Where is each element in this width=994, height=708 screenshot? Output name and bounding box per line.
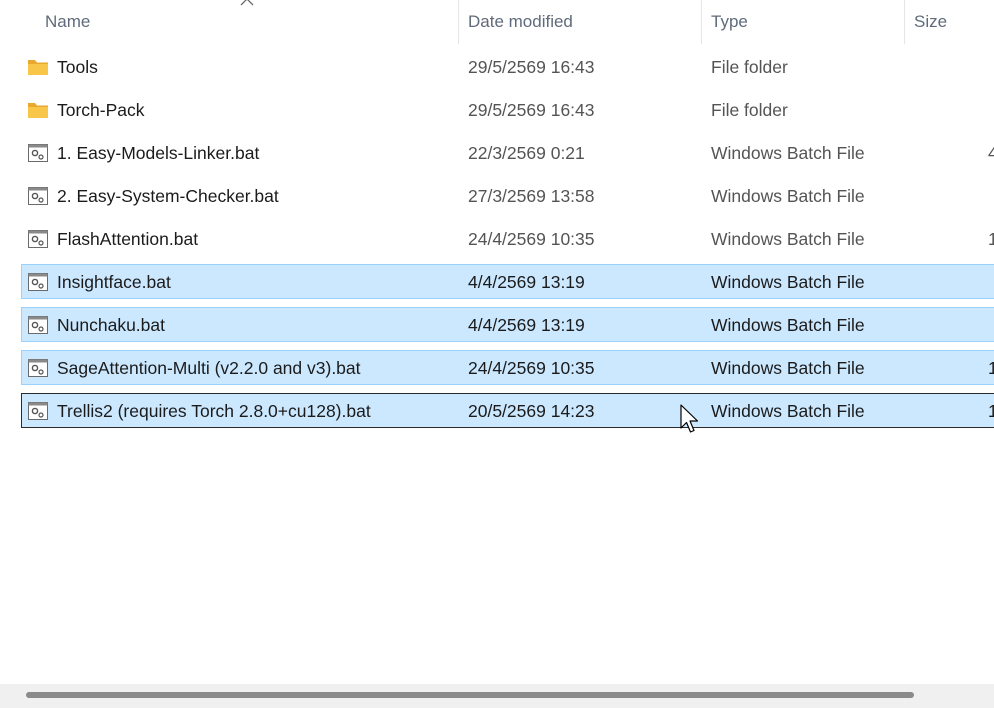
file-row[interactable]: 1. Easy-Models-Linker.bat 22/3/2569 0:21 W… xyxy=(21,135,994,170)
file-name: FlashAttention.bat xyxy=(57,229,199,249)
file-date-modified: 4/4/2569 13:19 xyxy=(468,272,585,292)
file-type: Windows Batch File xyxy=(711,315,865,335)
file-row[interactable]: Torch-Pack 29/5/2569 16:43 File folder xyxy=(21,92,994,127)
file-name: SageAttention-Multi (v2.2.0 and v3).bat xyxy=(57,358,361,378)
file-size: 1 xyxy=(988,358,994,378)
file-row[interactable]: SageAttention-Multi (v2.2.0 and v3).bat 2… xyxy=(21,350,994,385)
horizontal-scrollbar[interactable] xyxy=(0,684,994,708)
file-row[interactable]: Tools 29/5/2569 16:43 File folder xyxy=(21,49,994,84)
file-name: Trellis2 (requires Torch 2.8.0+cu128).ba… xyxy=(57,401,371,421)
file-type: Windows Batch File xyxy=(711,186,865,206)
file-size: 1( xyxy=(988,401,994,421)
file-row[interactable]: Trellis2 (requires Torch 2.8.0+cu128).ba… xyxy=(21,393,994,428)
file-date-modified: 29/5/2569 16:43 xyxy=(468,57,595,77)
file-type: File folder xyxy=(711,100,788,120)
batch-file-icon xyxy=(27,358,49,378)
column-header-date-modified[interactable]: Date modified xyxy=(468,0,693,44)
file-date-modified: 20/5/2569 14:23 xyxy=(468,401,595,421)
column-divider[interactable] xyxy=(458,0,459,44)
file-size: 4 xyxy=(988,143,994,163)
file-type: Windows Batch File xyxy=(711,401,865,421)
file-type: Windows Batch File xyxy=(711,229,865,249)
file-type: Windows Batch File xyxy=(711,358,865,378)
batch-file-icon xyxy=(27,229,49,249)
batch-file-icon xyxy=(27,401,49,421)
file-date-modified: 24/4/2569 10:35 xyxy=(468,229,595,249)
file-date-modified: 24/4/2569 10:35 xyxy=(468,358,595,378)
column-divider[interactable] xyxy=(701,0,702,44)
column-header-bar: Name Date modified Type Size xyxy=(0,0,994,44)
folder-icon xyxy=(27,57,49,77)
file-row[interactable]: 2. Easy-System-Checker.bat 27/3/2569 13:5… xyxy=(21,178,994,213)
batch-file-icon xyxy=(27,272,49,292)
file-type: Windows Batch File xyxy=(711,143,865,163)
batch-file-icon xyxy=(27,186,49,206)
file-row[interactable]: Insightface.bat 4/4/2569 13:19 Windows Bat… xyxy=(21,264,994,299)
file-name: Tools xyxy=(57,57,98,77)
scrollbar-thumb[interactable] xyxy=(26,692,914,698)
file-size: 1( xyxy=(988,229,994,249)
file-name: Torch-Pack xyxy=(57,100,145,120)
column-divider[interactable] xyxy=(904,0,905,44)
batch-file-icon xyxy=(27,143,49,163)
file-date-modified: 29/5/2569 16:43 xyxy=(468,100,595,120)
column-header-type[interactable]: Type xyxy=(711,0,896,44)
file-name: Insightface.bat xyxy=(57,272,171,292)
file-name: Nunchaku.bat xyxy=(57,315,165,335)
column-header-name[interactable]: Name xyxy=(45,0,445,44)
file-type: Windows Batch File xyxy=(711,272,865,292)
file-type: File folder xyxy=(711,57,788,77)
folder-icon xyxy=(27,100,49,120)
file-row[interactable]: FlashAttention.bat 24/4/2569 10:35 Windows… xyxy=(21,221,994,256)
file-row[interactable]: Nunchaku.bat 4/4/2569 13:19 Windows Batch … xyxy=(21,307,994,342)
batch-file-icon xyxy=(27,315,49,335)
file-date-modified: 27/3/2569 13:58 xyxy=(468,186,595,206)
mouse-pointer-icon xyxy=(680,404,699,433)
file-date-modified: 4/4/2569 13:19 xyxy=(468,315,585,335)
file-name: 1. Easy-Models-Linker.bat xyxy=(57,143,260,163)
file-explorer-details-view: Name Date modified Type Size Tools 29/5/2… xyxy=(0,0,994,708)
file-name: 2. Easy-System-Checker.bat xyxy=(57,186,279,206)
column-header-size[interactable]: Size xyxy=(914,0,994,44)
file-date-modified: 22/3/2569 0:21 xyxy=(468,143,585,163)
